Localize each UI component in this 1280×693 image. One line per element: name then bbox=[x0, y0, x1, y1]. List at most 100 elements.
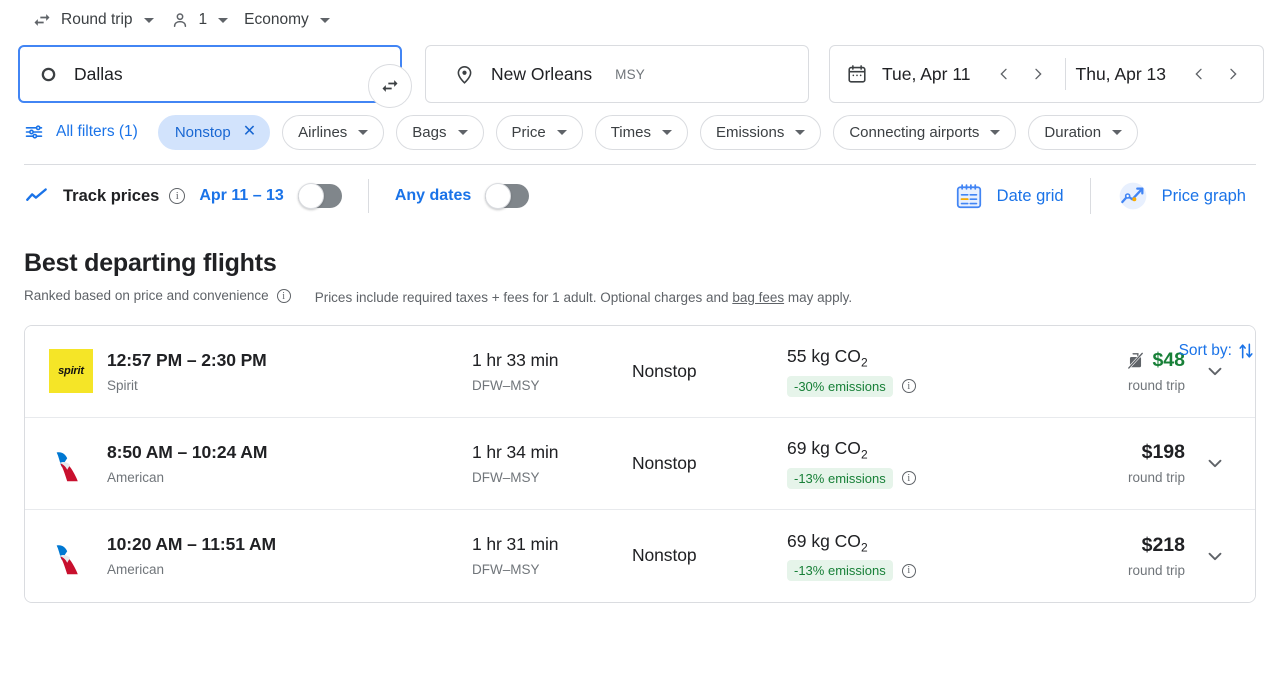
info-icon[interactable]: i bbox=[901, 563, 916, 578]
co2-subscript: 2 bbox=[860, 447, 868, 462]
location-pin-icon bbox=[454, 64, 475, 85]
emissions-line: -13% emissions i bbox=[787, 560, 1012, 582]
table-row[interactable]: 10:20 AM – 11:51 AM American 1 hr 31 min… bbox=[25, 509, 1255, 602]
chevron-down-icon bbox=[990, 129, 1001, 135]
co2-subscript: 2 bbox=[860, 355, 868, 370]
filter-chip-nonstop[interactable]: Nonstop ✕ bbox=[157, 114, 271, 150]
expand-flight-button[interactable] bbox=[1191, 452, 1239, 474]
passengers-count: 1 bbox=[198, 11, 208, 28]
cabin-class-selector[interactable]: Economy bbox=[236, 3, 338, 37]
all-filters-button[interactable]: All filters (1) bbox=[24, 122, 146, 142]
flight-price-cell: $198 round trip bbox=[1012, 441, 1191, 485]
swap-icon bbox=[382, 80, 398, 92]
expand-flight-button[interactable] bbox=[1191, 360, 1239, 382]
flight-duration: 1 hr 31 min bbox=[472, 534, 559, 555]
flight-route: DFW–MSY bbox=[472, 469, 540, 485]
destination-airport-code: MSY bbox=[615, 66, 646, 82]
origin-field[interactable]: Dallas bbox=[18, 45, 402, 103]
table-row[interactable]: spirit 12:57 PM – 2:30 PM Spirit 1 hr 33… bbox=[25, 325, 1255, 418]
close-icon[interactable]: ✕ bbox=[243, 124, 256, 140]
search-fields-row: Dallas New Orleans MSY Tue, Apr 11 Thu, … bbox=[0, 40, 1280, 108]
swap-origin-destination-button[interactable] bbox=[368, 64, 412, 108]
sort-by-button[interactable]: Sort by: bbox=[1179, 341, 1256, 361]
flight-duration: 1 hr 33 min bbox=[472, 349, 559, 370]
chevron-down-icon bbox=[143, 17, 154, 23]
trip-type-selector[interactable]: Round trip bbox=[24, 3, 162, 37]
info-icon[interactable]: i bbox=[169, 188, 186, 204]
flight-route: DFW–MSY bbox=[472, 377, 540, 393]
toggle-knob bbox=[297, 183, 324, 209]
co2-amount: 55 kg CO2 bbox=[787, 346, 1012, 370]
swap-horizontal-icon bbox=[32, 10, 52, 30]
spirit-logo-text: spirit bbox=[58, 365, 84, 378]
table-row[interactable]: 8:50 AM – 10:24 AM American 1 hr 34 min … bbox=[25, 417, 1255, 510]
co2-amount: 69 kg CO2 bbox=[787, 531, 1012, 555]
flight-duration: 1 hr 34 min bbox=[472, 441, 559, 462]
flight-price: $218 bbox=[1141, 533, 1185, 556]
date-grid-button[interactable]: Date grid bbox=[944, 175, 1074, 217]
filter-chip-bags[interactable]: Bags bbox=[396, 114, 484, 150]
destination-field[interactable]: New Orleans MSY bbox=[425, 45, 809, 103]
departure-prev-day-button[interactable] bbox=[987, 57, 1021, 91]
price-note: Prices include required taxes + fees for… bbox=[315, 288, 852, 309]
flight-results-list: spirit 12:57 PM – 2:30 PM Spirit 1 hr 33… bbox=[24, 324, 1256, 603]
flight-time-cell: 10:20 AM – 11:51 AM American bbox=[107, 534, 472, 577]
info-icon[interactable]: i bbox=[901, 379, 916, 394]
co2-value: 69 kg CO bbox=[787, 438, 861, 459]
track-date-range-label[interactable]: Apr 11 – 13 bbox=[199, 187, 284, 205]
any-dates-label[interactable]: Any dates bbox=[395, 187, 471, 205]
flight-stops: Nonstop bbox=[632, 452, 697, 473]
sort-arrows-icon bbox=[1236, 341, 1256, 361]
co2-value: 55 kg CO bbox=[787, 346, 861, 367]
dates-divider bbox=[1064, 58, 1066, 90]
airline-logo-cell bbox=[49, 533, 107, 579]
flight-price: $198 bbox=[1141, 441, 1185, 464]
return-prev-day-button[interactable] bbox=[1182, 57, 1216, 91]
filter-chip-price[interactable]: Price bbox=[495, 114, 583, 150]
spirit-logo: spirit bbox=[49, 349, 93, 394]
flight-emissions-cell: 55 kg CO2 -30% emissions i bbox=[787, 346, 1012, 397]
passengers-selector[interactable]: 1 bbox=[162, 3, 237, 37]
chevron-down-icon bbox=[1208, 368, 1222, 376]
chevron-down-icon bbox=[319, 17, 330, 23]
filter-settings-icon bbox=[24, 122, 44, 142]
emissions-line: -13% emissions i bbox=[787, 467, 1012, 489]
trip-type-label: Round trip bbox=[61, 11, 133, 28]
american-airlines-logo bbox=[56, 452, 78, 482]
status-badge: -13% emissions bbox=[787, 467, 893, 489]
price-trip-type: round trip bbox=[1127, 378, 1185, 394]
return-date-cell[interactable]: Thu, Apr 13 bbox=[1076, 46, 1166, 102]
chevron-down-icon bbox=[556, 129, 567, 135]
filter-chip-connecting-airports[interactable]: Connecting airports bbox=[833, 114, 1017, 150]
airline-logo-cell bbox=[49, 440, 107, 486]
flight-times: 8:50 AM – 10:24 AM bbox=[107, 441, 268, 462]
track-date-range-toggle[interactable] bbox=[297, 183, 342, 209]
filter-chip-airlines[interactable]: Airlines bbox=[282, 114, 385, 150]
flight-emissions-cell: 69 kg CO2 -13% emissions i bbox=[787, 531, 1012, 582]
filter-chip-times[interactable]: Times bbox=[594, 114, 688, 150]
flight-times: 10:20 AM – 11:51 AM bbox=[107, 534, 276, 555]
filter-chips-row: All filters (1) Nonstop ✕ Airlines Bags … bbox=[0, 108, 1280, 156]
filter-chip-label: Nonstop bbox=[174, 123, 231, 141]
price-trip-type: round trip bbox=[1127, 470, 1185, 486]
results-header: Best departing flights Ranked based on p… bbox=[0, 227, 1280, 309]
departure-date-cell[interactable]: Tue, Apr 11 bbox=[868, 46, 971, 102]
dates-field: Tue, Apr 11 Thu, Apr 13 bbox=[829, 45, 1264, 103]
info-icon[interactable]: i bbox=[276, 289, 291, 303]
view-switch-divider bbox=[1089, 178, 1091, 214]
info-icon[interactable]: i bbox=[901, 471, 916, 486]
price-graph-button[interactable]: Price graph bbox=[1107, 174, 1256, 218]
filter-chip-duration[interactable]: Duration bbox=[1028, 114, 1139, 150]
filter-chip-emissions[interactable]: Emissions bbox=[699, 114, 822, 150]
flight-stops-cell: Nonstop bbox=[632, 453, 787, 474]
any-dates-toggle[interactable] bbox=[485, 183, 530, 209]
expand-flight-button[interactable] bbox=[1191, 545, 1239, 567]
filter-chip-label: Price bbox=[511, 123, 546, 141]
co2-subscript: 2 bbox=[860, 540, 868, 555]
return-next-day-button[interactable] bbox=[1216, 57, 1250, 91]
price-graph-icon bbox=[1117, 180, 1149, 212]
chevron-down-icon bbox=[661, 129, 672, 135]
departure-next-day-button[interactable] bbox=[1021, 57, 1055, 91]
flight-time-cell: 8:50 AM – 10:24 AM American bbox=[107, 442, 472, 485]
bag-fees-link[interactable]: bag fees bbox=[732, 290, 784, 305]
